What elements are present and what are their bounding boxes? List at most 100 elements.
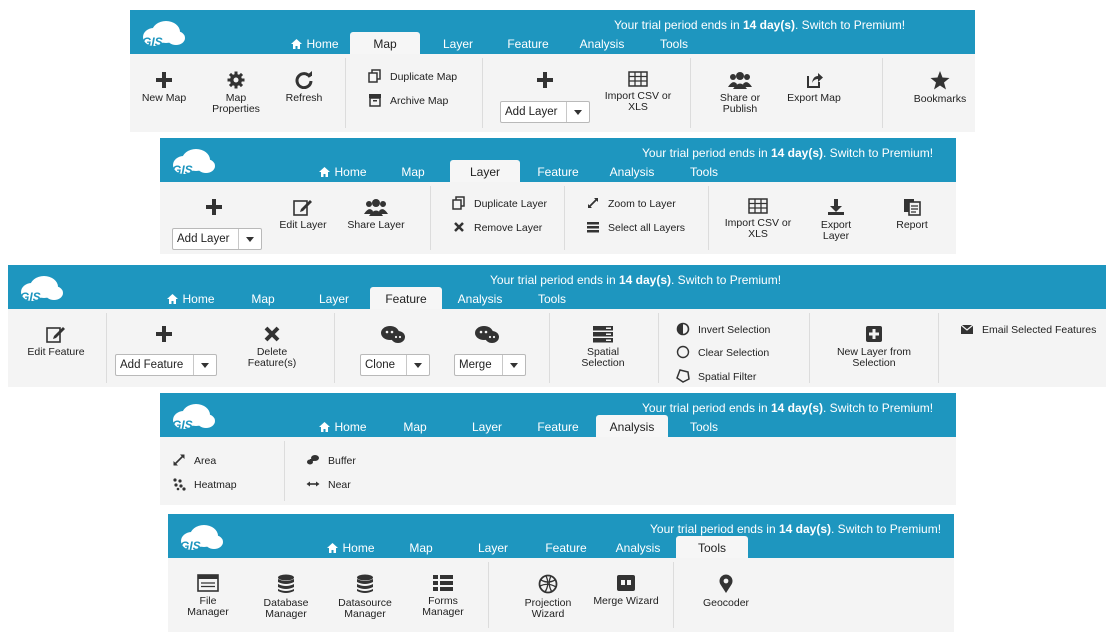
share-publish-button[interactable]: Share or Publish: [710, 71, 770, 115]
separator: [658, 313, 659, 383]
add-layer-dropdown[interactable]: Add Layer: [500, 101, 590, 123]
tab-tools[interactable]: Tools: [676, 536, 748, 558]
gis-logo[interactable]: GIS: [166, 144, 218, 178]
remove-layer-button[interactable]: Remove Layer: [452, 220, 542, 236]
spatial-filter-button[interactable]: Spatial Filter: [676, 369, 756, 385]
tab-layer[interactable]: Layer: [464, 417, 510, 437]
tab-home[interactable]: Home: [286, 34, 344, 54]
tab-home[interactable]: Home: [162, 289, 220, 309]
tab-analysis[interactable]: Analysis: [596, 415, 668, 437]
tab-map[interactable]: Map: [350, 32, 420, 54]
ribbon-body: Edit Feature Add Feature Delete Feature(…: [8, 309, 1106, 387]
share-layer-button[interactable]: Share Layer: [344, 198, 408, 231]
gis-logo[interactable]: GIS: [174, 520, 226, 554]
chevron-down-icon[interactable]: [502, 355, 525, 375]
area-button[interactable]: Area: [172, 453, 216, 469]
tab-tools[interactable]: Tools: [652, 34, 696, 54]
map-properties-button[interactable]: Map Properties: [202, 71, 270, 115]
tab-feature[interactable]: Feature: [370, 287, 442, 309]
edit-feature-button[interactable]: Edit Feature: [18, 325, 94, 358]
tab-tools[interactable]: Tools: [682, 162, 726, 182]
refresh-button[interactable]: Refresh: [278, 71, 330, 104]
duplicate-map-button[interactable]: Duplicate Map: [368, 69, 457, 85]
database-manager-button[interactable]: Database Manager: [254, 574, 318, 620]
tab-map[interactable]: Map: [242, 289, 284, 309]
merge-wizard-button[interactable]: Merge Wizard: [592, 574, 660, 607]
heatmap-button[interactable]: Heatmap: [172, 477, 237, 493]
tab-analysis[interactable]: Analysis: [604, 162, 660, 182]
tab-feature[interactable]: Feature: [540, 538, 592, 558]
trial-notice[interactable]: Your trial period ends in 14 day(s). Swi…: [490, 273, 781, 287]
tab-feature[interactable]: Feature: [502, 34, 554, 54]
select-all-layers-button[interactable]: Select all Layers: [586, 220, 685, 236]
datasource-manager-button[interactable]: Datasource Manager: [332, 574, 398, 620]
add-layer-plus-icon-button[interactable]: [534, 71, 556, 93]
gis-logo[interactable]: GIS: [14, 271, 66, 305]
tab-layer[interactable]: Layer: [311, 289, 357, 309]
tab-layer[interactable]: Layer: [450, 160, 520, 182]
spatial-selection-button[interactable]: Spatial Selection: [570, 325, 636, 369]
add-feature-plus-icon-button[interactable]: [153, 325, 175, 347]
add-layer-plus-icon-button[interactable]: [203, 198, 225, 220]
chevron-down-icon[interactable]: [566, 102, 589, 122]
separator: [488, 562, 489, 628]
edit-layer-button[interactable]: Edit Layer: [274, 198, 332, 231]
tab-map[interactable]: Map: [400, 538, 442, 558]
tab-analysis[interactable]: Analysis: [452, 289, 508, 309]
tab-home[interactable]: Home: [314, 417, 372, 437]
new-layer-from-selection-button[interactable]: New Layer from Selection: [826, 325, 922, 369]
tab-tools[interactable]: Tools: [682, 417, 726, 437]
separator: [708, 186, 709, 250]
trial-notice[interactable]: Your trial period ends in 14 day(s). Swi…: [650, 522, 941, 536]
projection-wizard-button[interactable]: Projection Wizard: [514, 574, 582, 620]
analysis-ribbon-panel: GIS Your trial period ends in 14 day(s).…: [160, 393, 956, 505]
chevron-down-icon[interactable]: [238, 229, 261, 249]
invert-selection-button[interactable]: Invert Selection: [676, 322, 770, 338]
refresh-icon: [278, 71, 330, 89]
geocoder-button[interactable]: Geocoder: [694, 574, 758, 609]
import-csv-button[interactable]: Import CSV or XLS: [722, 198, 794, 240]
export-map-button[interactable]: Export Map: [778, 71, 850, 104]
tab-map[interactable]: Map: [394, 417, 436, 437]
tab-analysis[interactable]: Analysis: [574, 34, 630, 54]
archive-map-button[interactable]: Archive Map: [368, 93, 448, 109]
gis-logo[interactable]: GIS: [166, 399, 218, 433]
separator: [690, 58, 691, 128]
tab-layer[interactable]: Layer: [470, 538, 516, 558]
clear-selection-button[interactable]: Clear Selection: [676, 345, 769, 361]
trial-notice[interactable]: Your trial period ends in 14 day(s). Swi…: [642, 401, 933, 415]
tab-layer[interactable]: Layer: [435, 34, 481, 54]
chevron-down-icon[interactable]: [193, 355, 216, 375]
clone-dropdown[interactable]: Clone: [360, 354, 430, 376]
trial-notice[interactable]: Your trial period ends in 14 day(s). Swi…: [642, 146, 933, 160]
near-button[interactable]: Near: [306, 477, 351, 493]
file-manager-button[interactable]: File Manager: [178, 574, 238, 618]
delete-features-button[interactable]: Delete Feature(s): [240, 325, 304, 369]
tab-feature[interactable]: Feature: [532, 162, 584, 182]
chevron-down-icon[interactable]: [406, 355, 429, 375]
merge-dropdown[interactable]: Merge: [454, 354, 526, 376]
list-icon: [586, 220, 600, 234]
clone-icon-button[interactable]: [380, 325, 406, 349]
email-selected-features-button[interactable]: Email Selected Features: [960, 322, 1096, 338]
gis-logo[interactable]: GIS: [136, 16, 188, 50]
bookmarks-button[interactable]: Bookmarks: [908, 71, 972, 105]
zoom-to-layer-button[interactable]: Zoom to Layer: [586, 196, 676, 212]
tab-home[interactable]: Home: [314, 162, 372, 182]
import-csv-button[interactable]: Import CSV or XLS: [604, 71, 672, 113]
trial-notice[interactable]: Your trial period ends in 14 day(s). Swi…: [614, 18, 905, 32]
forms-manager-button[interactable]: Forms Manager: [412, 574, 474, 618]
tab-feature[interactable]: Feature: [532, 417, 584, 437]
add-layer-dropdown[interactable]: Add Layer: [172, 228, 262, 250]
duplicate-layer-button[interactable]: Duplicate Layer: [452, 196, 547, 212]
tab-tools[interactable]: Tools: [530, 289, 574, 309]
tab-analysis[interactable]: Analysis: [610, 538, 666, 558]
add-feature-dropdown[interactable]: Add Feature: [115, 354, 217, 376]
buffer-button[interactable]: Buffer: [306, 453, 356, 469]
export-layer-button[interactable]: Export Layer: [808, 198, 864, 242]
merge-icon-button[interactable]: [474, 325, 500, 349]
tab-map[interactable]: Map: [392, 162, 434, 182]
report-button[interactable]: Report: [884, 198, 940, 231]
tab-home[interactable]: Home: [322, 538, 380, 558]
new-map-button[interactable]: New Map: [136, 71, 192, 104]
